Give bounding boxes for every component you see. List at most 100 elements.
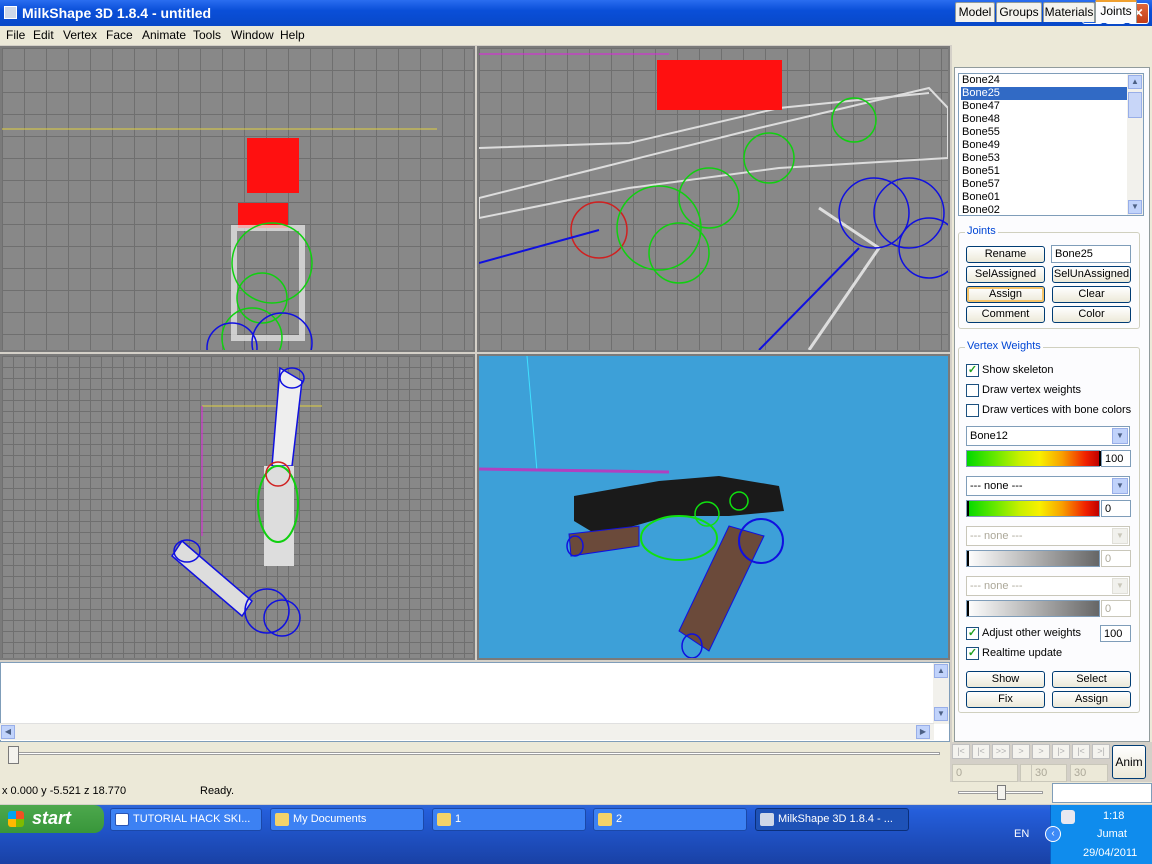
sel-unassigned-button[interactable]: SelUnAssigned <box>1052 266 1131 283</box>
zoom-thumb[interactable] <box>997 785 1006 800</box>
show-skeleton-checkbox[interactable]: ✓ <box>966 364 979 377</box>
menu-animate[interactable]: Animate <box>142 28 186 42</box>
sel-assigned-button[interactable]: SelAssigned <box>966 266 1045 283</box>
weight1-slider[interactable] <box>966 450 1101 467</box>
list-item[interactable]: Bone57 <box>961 178 1127 191</box>
viewport-top[interactable] <box>0 354 475 660</box>
rename-button[interactable]: Rename <box>966 246 1045 263</box>
assign-button[interactable]: Assign <box>966 286 1045 303</box>
task-label: MilkShape 3D 1.8.4 - ... <box>778 813 893 825</box>
list-item[interactable]: Bone48 <box>961 113 1127 126</box>
menu-window[interactable]: Window <box>231 28 274 42</box>
chevron-left-icon[interactable]: ‹ <box>1045 826 1061 842</box>
tab-model[interactable]: Model <box>955 2 995 22</box>
last-frame-icon[interactable]: >| <box>1092 744 1110 759</box>
weight4-slider <box>966 600 1100 617</box>
rewind-icon[interactable]: >> <box>992 744 1010 759</box>
chevron-down-icon[interactable]: ▼ <box>1112 428 1128 444</box>
status-field[interactable] <box>1052 783 1152 803</box>
timeline-track[interactable] <box>8 752 940 755</box>
adjust-other-checkbox[interactable]: ✓ <box>966 627 979 640</box>
task-folder-2[interactable]: 2 <box>593 808 747 831</box>
prev-key-icon[interactable]: |< <box>972 744 990 759</box>
menu-tools[interactable]: Tools <box>193 28 221 42</box>
menu-face[interactable]: Face <box>106 28 133 42</box>
chevron-down-icon[interactable]: ▼ <box>1112 478 1128 494</box>
network-icon[interactable] <box>1061 810 1075 824</box>
comment-button[interactable]: Comment <box>966 306 1045 323</box>
timeline-thumb[interactable] <box>8 746 19 764</box>
tab-groups[interactable]: Groups <box>996 2 1042 22</box>
select-button[interactable]: Select <box>1052 671 1131 688</box>
bone-list-scrollbar[interactable]: ▲ ▼ <box>1127 74 1143 215</box>
list-item-selected[interactable]: Bone25 <box>961 87 1127 100</box>
weight1-field[interactable]: 100 <box>1101 450 1131 467</box>
list-item[interactable]: Bone02 <box>961 204 1127 217</box>
viewport-front[interactable] <box>0 46 475 352</box>
scroll-down-icon[interactable]: ▼ <box>934 707 948 721</box>
viewport-side[interactable] <box>477 46 950 352</box>
start-label: start <box>32 808 72 828</box>
bone-list[interactable]: Bone24 Bone25 Bone47 Bone48 Bone55 Bone4… <box>958 73 1144 216</box>
language-indicator[interactable]: EN <box>1014 828 1029 840</box>
clear-button[interactable]: Clear <box>1052 286 1131 303</box>
menu-vertex[interactable]: Vertex <box>63 28 97 42</box>
top-view-scene <box>171 366 322 637</box>
first-frame-icon[interactable]: |< <box>952 744 970 759</box>
start-button[interactable]: start <box>0 805 104 833</box>
bone1-select[interactable]: Bone12 ▼ <box>966 426 1130 446</box>
console-hscrollbar[interactable]: ◀ ▶ <box>0 723 934 740</box>
weight2-field[interactable]: 0 <box>1101 500 1131 517</box>
realtime-update-checkbox[interactable]: ✓ <box>966 647 979 660</box>
console-scrollbar[interactable]: ▲ ▼ <box>933 663 949 724</box>
draw-vertex-weights-checkbox[interactable] <box>966 384 979 397</box>
menu-bar: File Edit Vertex Face Animate Tools Wind… <box>0 26 1152 45</box>
anim-button[interactable]: Anim <box>1112 745 1146 779</box>
tab-materials[interactable]: Materials <box>1043 2 1095 22</box>
bone2-select[interactable]: --- none --- ▼ <box>966 476 1130 496</box>
adjust-other-value[interactable]: 100 <box>1100 625 1131 642</box>
list-item[interactable]: Bone55 <box>961 126 1127 139</box>
task-my-documents[interactable]: My Documents <box>270 808 424 831</box>
color-button[interactable]: Color <box>1052 306 1131 323</box>
list-item[interactable]: Bone01 <box>961 191 1127 204</box>
clock-date: 29/04/2011 <box>1083 847 1138 859</box>
scroll-right-icon[interactable]: ▶ <box>916 725 930 739</box>
list-item[interactable]: Bone51 <box>961 165 1127 178</box>
list-item[interactable]: Bone53 <box>961 152 1127 165</box>
weight2-slider[interactable] <box>966 500 1100 517</box>
assign-weights-button[interactable]: Assign <box>1052 691 1131 708</box>
task-folder-1[interactable]: 1 <box>432 808 586 831</box>
task-label: 1 <box>455 813 462 825</box>
scroll-up-icon[interactable]: ▲ <box>1128 75 1142 89</box>
folder-icon <box>598 813 612 826</box>
next-key-icon[interactable]: |< <box>1072 744 1090 759</box>
scroll-down-icon[interactable]: ▼ <box>1128 200 1142 214</box>
chevron-down-icon: ▼ <box>1112 578 1128 594</box>
draw-vertex-weights-label: Draw vertex weights <box>982 384 1082 396</box>
task-milkshape[interactable]: MilkShape 3D 1.8.4 - ... <box>755 808 909 831</box>
prev-frame-icon[interactable]: > <box>1012 744 1030 759</box>
tab-joints[interactable]: Joints <box>1095 0 1137 23</box>
weight2-marker[interactable] <box>967 501 969 516</box>
draw-bone-colors-checkbox[interactable] <box>966 404 979 417</box>
play-icon[interactable]: > <box>1032 744 1050 759</box>
scroll-thumb[interactable] <box>1128 92 1142 118</box>
list-item[interactable]: Bone47 <box>961 100 1127 113</box>
chevron-down-icon: ▼ <box>1112 528 1128 544</box>
scroll-up-icon[interactable]: ▲ <box>934 664 948 678</box>
viewport-3d[interactable] <box>477 354 950 660</box>
task-tutorial[interactable]: TUTORIAL HACK SKI... <box>110 808 262 831</box>
menu-file[interactable]: File <box>6 28 25 42</box>
scroll-left-icon[interactable]: ◀ <box>1 725 15 739</box>
menu-edit[interactable]: Edit <box>33 28 54 42</box>
fix-button[interactable]: Fix <box>966 691 1045 708</box>
joint-name-field[interactable]: Bone25 <box>1051 245 1131 263</box>
timeline <box>0 742 950 782</box>
list-item[interactable]: Bone49 <box>961 139 1127 152</box>
list-item[interactable]: Bone24 <box>961 74 1127 87</box>
menu-help[interactable]: Help <box>280 28 305 42</box>
next-frame-icon[interactable]: |> <box>1052 744 1070 759</box>
show-button[interactable]: Show <box>966 671 1045 688</box>
bone1-value: Bone12 <box>970 430 1008 442</box>
